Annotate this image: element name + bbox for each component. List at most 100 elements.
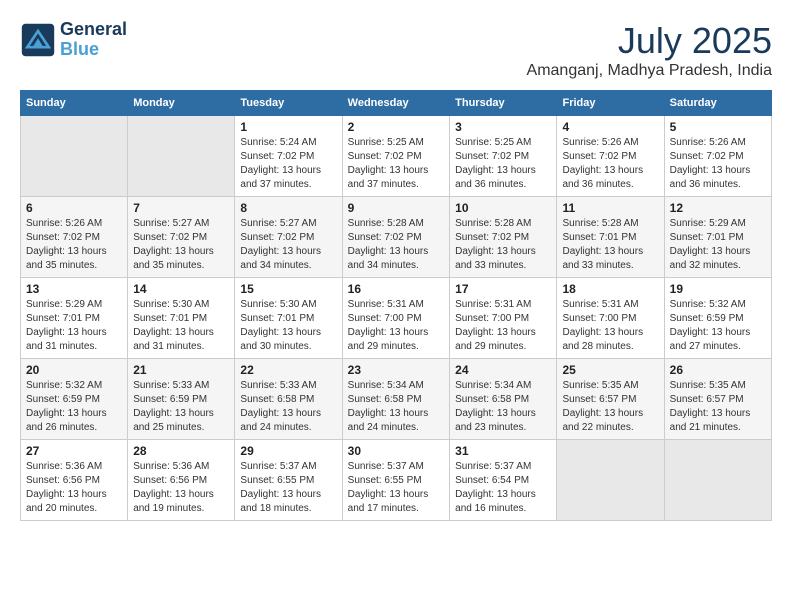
calendar-cell: 23 Sunrise: 5:34 AMSunset: 6:58 PMDayligh… — [342, 359, 449, 440]
day-number: 13 — [26, 282, 122, 296]
day-info: Sunrise: 5:25 AMSunset: 7:02 PMDaylight:… — [348, 136, 444, 192]
calendar-cell: 10 Sunrise: 5:28 AMSunset: 7:02 PMDayligh… — [450, 197, 557, 278]
calendar-cell: 26 Sunrise: 5:35 AMSunset: 6:57 PMDayligh… — [664, 359, 771, 440]
calendar-cell: 27 Sunrise: 5:36 AMSunset: 6:56 PMDayligh… — [21, 440, 128, 521]
calendar-cell: 7 Sunrise: 5:27 AMSunset: 7:02 PMDaylight… — [128, 197, 235, 278]
day-info: Sunrise: 5:29 AMSunset: 7:01 PMDaylight:… — [26, 298, 122, 354]
calendar-week-row: 20Sunrise: 5:32 AMSunset: 6:59 PMDayligh… — [21, 359, 772, 440]
day-info: Sunrise: 5:31 AMSunset: 7:00 PMDaylight:… — [455, 298, 551, 354]
calendar-week-row: 27 Sunrise: 5:36 AMSunset: 6:56 PMDayligh… — [21, 440, 772, 521]
day-info: Sunrise: 5:30 AMSunset: 7:01 PMDaylight:… — [240, 298, 336, 354]
logo-text: General Blue — [60, 20, 127, 60]
calendar-cell: 3 Sunrise: 5:25 AMSunset: 7:02 PMDaylight… — [450, 116, 557, 197]
day-info: Sunrise: 5:32 AMSunset: 6:59 PMDaylight:… — [670, 298, 766, 354]
calendar-table: SundayMondayTuesdayWednesdayThursdayFrid… — [20, 90, 772, 521]
calendar-cell: 31Sunrise: 5:37 AMSunset: 6:54 PMDayligh… — [450, 440, 557, 521]
day-number: 7 — [133, 201, 229, 215]
day-number: 1 — [240, 120, 336, 134]
day-info: Sunrise: 5:29 AMSunset: 7:01 PMDaylight:… — [670, 217, 766, 273]
calendar-cell — [664, 440, 771, 521]
day-number: 30 — [348, 444, 444, 458]
calendar-cell: 12 Sunrise: 5:29 AMSunset: 7:01 PMDayligh… — [664, 197, 771, 278]
day-info: Sunrise: 5:37 AMSunset: 6:55 PMDaylight:… — [348, 460, 444, 516]
calendar-cell — [128, 116, 235, 197]
day-info: Sunrise: 5:31 AMSunset: 7:00 PMDaylight:… — [562, 298, 658, 354]
day-number: 18 — [562, 282, 658, 296]
column-header-wednesday: Wednesday — [342, 91, 449, 116]
column-header-friday: Friday — [557, 91, 664, 116]
calendar-cell: 14 Sunrise: 5:30 AMSunset: 7:01 PMDayligh… — [128, 278, 235, 359]
calendar-cell: 1 Sunrise: 5:24 AMSunset: 7:02 PMDaylight… — [235, 116, 342, 197]
day-number: 25 — [562, 363, 658, 377]
day-info: Sunrise: 5:35 AMSunset: 6:57 PMDaylight:… — [562, 379, 658, 435]
day-number: 19 — [670, 282, 766, 296]
month-title: July 2025 — [527, 20, 772, 62]
calendar-cell: 18 Sunrise: 5:31 AMSunset: 7:00 PMDayligh… — [557, 278, 664, 359]
day-info: Sunrise: 5:34 AMSunset: 6:58 PMDaylight:… — [455, 379, 551, 435]
day-info: Sunrise: 5:31 AMSunset: 7:00 PMDaylight:… — [348, 298, 444, 354]
calendar-cell — [557, 440, 664, 521]
calendar-cell: 24 Sunrise: 5:34 AMSunset: 6:58 PMDayligh… — [450, 359, 557, 440]
day-number: 10 — [455, 201, 551, 215]
location-title: Amanganj, Madhya Pradesh, India — [527, 62, 772, 80]
day-number: 24 — [455, 363, 551, 377]
calendar-cell: 17 Sunrise: 5:31 AMSunset: 7:00 PMDayligh… — [450, 278, 557, 359]
calendar-header-row: SundayMondayTuesdayWednesdayThursdayFrid… — [21, 91, 772, 116]
day-info: Sunrise: 5:36 AMSunset: 6:56 PMDaylight:… — [26, 460, 122, 516]
day-info: Sunrise: 5:37 AMSunset: 6:55 PMDaylight:… — [240, 460, 336, 516]
day-info: Sunrise: 5:27 AMSunset: 7:02 PMDaylight:… — [133, 217, 229, 273]
day-info: Sunrise: 5:28 AMSunset: 7:02 PMDaylight:… — [348, 217, 444, 273]
day-info: Sunrise: 5:27 AMSunset: 7:02 PMDaylight:… — [240, 217, 336, 273]
logo-icon — [20, 22, 56, 58]
calendar-cell: 29Sunrise: 5:37 AMSunset: 6:55 PMDayligh… — [235, 440, 342, 521]
day-info: Sunrise: 5:24 AMSunset: 7:02 PMDaylight:… — [240, 136, 336, 192]
day-info: Sunrise: 5:34 AMSunset: 6:58 PMDaylight:… — [348, 379, 444, 435]
column-header-sunday: Sunday — [21, 91, 128, 116]
calendar-cell: 5 Sunrise: 5:26 AMSunset: 7:02 PMDaylight… — [664, 116, 771, 197]
column-header-tuesday: Tuesday — [235, 91, 342, 116]
day-number: 4 — [562, 120, 658, 134]
day-number: 27 — [26, 444, 122, 458]
calendar-cell: 30 Sunrise: 5:37 AMSunset: 6:55 PMDayligh… — [342, 440, 449, 521]
page-header: General Blue July 2025 Amanganj, Madhya … — [20, 20, 772, 80]
day-info: Sunrise: 5:28 AMSunset: 7:02 PMDaylight:… — [455, 217, 551, 273]
day-info: Sunrise: 5:25 AMSunset: 7:02 PMDaylight:… — [455, 136, 551, 192]
calendar-cell: 16 Sunrise: 5:31 AMSunset: 7:00 PMDayligh… — [342, 278, 449, 359]
calendar-week-row: 13 Sunrise: 5:29 AMSunset: 7:01 PMDayligh… — [21, 278, 772, 359]
column-header-monday: Monday — [128, 91, 235, 116]
day-number: 17 — [455, 282, 551, 296]
day-number: 16 — [348, 282, 444, 296]
calendar-cell — [21, 116, 128, 197]
day-info: Sunrise: 5:33 AMSunset: 6:59 PMDaylight:… — [133, 379, 229, 435]
calendar-week-row: 1 Sunrise: 5:24 AMSunset: 7:02 PMDaylight… — [21, 116, 772, 197]
calendar-cell: 28Sunrise: 5:36 AMSunset: 6:56 PMDayligh… — [128, 440, 235, 521]
calendar-cell: 9Sunrise: 5:28 AMSunset: 7:02 PMDaylight… — [342, 197, 449, 278]
day-number: 3 — [455, 120, 551, 134]
day-number: 14 — [133, 282, 229, 296]
calendar-cell: 25 Sunrise: 5:35 AMSunset: 6:57 PMDayligh… — [557, 359, 664, 440]
day-info: Sunrise: 5:26 AMSunset: 7:02 PMDaylight:… — [26, 217, 122, 273]
day-number: 28 — [133, 444, 229, 458]
day-info: Sunrise: 5:26 AMSunset: 7:02 PMDaylight:… — [562, 136, 658, 192]
title-block: July 2025 Amanganj, Madhya Pradesh, Indi… — [527, 20, 772, 80]
calendar-cell: 21 Sunrise: 5:33 AMSunset: 6:59 PMDayligh… — [128, 359, 235, 440]
day-number: 20 — [26, 363, 122, 377]
day-info: Sunrise: 5:35 AMSunset: 6:57 PMDaylight:… — [670, 379, 766, 435]
calendar-body: 1 Sunrise: 5:24 AMSunset: 7:02 PMDaylight… — [21, 116, 772, 521]
day-info: Sunrise: 5:30 AMSunset: 7:01 PMDaylight:… — [133, 298, 229, 354]
day-info: Sunrise: 5:28 AMSunset: 7:01 PMDaylight:… — [562, 217, 658, 273]
day-number: 8 — [240, 201, 336, 215]
day-number: 26 — [670, 363, 766, 377]
calendar-cell: 19 Sunrise: 5:32 AMSunset: 6:59 PMDayligh… — [664, 278, 771, 359]
day-number: 23 — [348, 363, 444, 377]
day-number: 5 — [670, 120, 766, 134]
calendar-cell: 2Sunrise: 5:25 AMSunset: 7:02 PMDaylight… — [342, 116, 449, 197]
calendar-cell: 22Sunrise: 5:33 AMSunset: 6:58 PMDayligh… — [235, 359, 342, 440]
calendar-cell: 13 Sunrise: 5:29 AMSunset: 7:01 PMDayligh… — [21, 278, 128, 359]
day-number: 21 — [133, 363, 229, 377]
day-number: 15 — [240, 282, 336, 296]
day-number: 31 — [455, 444, 551, 458]
day-info: Sunrise: 5:26 AMSunset: 7:02 PMDaylight:… — [670, 136, 766, 192]
day-info: Sunrise: 5:33 AMSunset: 6:58 PMDaylight:… — [240, 379, 336, 435]
day-number: 12 — [670, 201, 766, 215]
